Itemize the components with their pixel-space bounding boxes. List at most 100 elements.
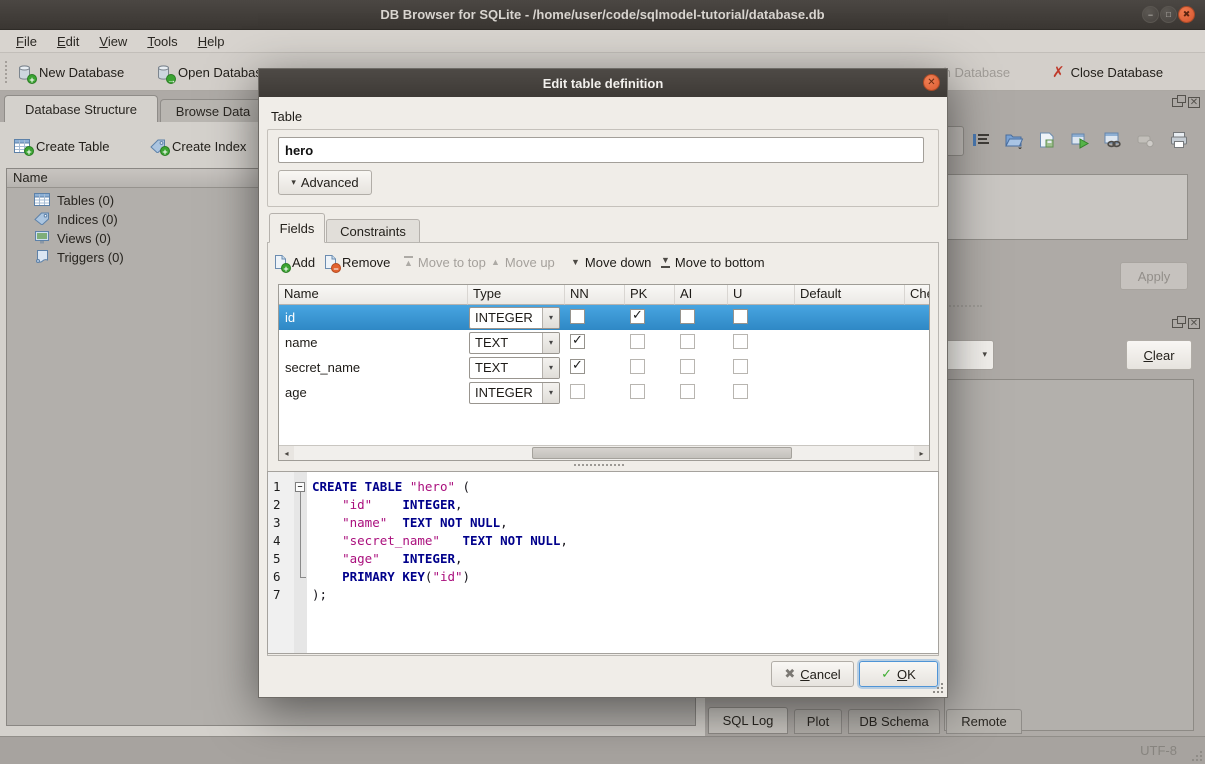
pk-checkbox[interactable] bbox=[630, 384, 645, 399]
tab-plot[interactable]: Plot bbox=[794, 709, 842, 734]
field-row[interactable]: nameTEXT▾ ✓ bbox=[279, 330, 929, 355]
remove-field-button[interactable]: − Remove bbox=[324, 251, 390, 273]
column-u-cell bbox=[728, 384, 795, 402]
field-row[interactable]: idINTEGER▾ ✓ bbox=[279, 305, 929, 330]
dialog-resize-grip[interactable] bbox=[933, 683, 943, 693]
field-type-value: TEXT bbox=[470, 335, 542, 350]
export-save-icon[interactable] bbox=[1035, 128, 1059, 152]
close-icon[interactable]: ✖ bbox=[1178, 6, 1195, 23]
column-header-u[interactable]: U bbox=[728, 285, 795, 305]
ai-checkbox[interactable] bbox=[680, 334, 695, 349]
log-filter-combobox[interactable]: ▾ bbox=[940, 340, 994, 370]
tab-constraints[interactable]: Constraints bbox=[326, 219, 420, 243]
menu-help[interactable]: Help bbox=[188, 32, 235, 51]
pk-checkbox[interactable] bbox=[630, 359, 645, 374]
execute-icon[interactable] bbox=[1068, 128, 1092, 152]
pk-checkbox[interactable]: ✓ bbox=[630, 309, 645, 324]
tab-sql-log[interactable]: SQL Log bbox=[708, 707, 788, 734]
field-type-combobox[interactable]: INTEGER▾ bbox=[469, 307, 560, 329]
minimize-icon[interactable]: − bbox=[1142, 6, 1159, 23]
fold-collapse-icon[interactable]: − bbox=[295, 482, 305, 492]
field-type-combobox[interactable]: TEXT▾ bbox=[469, 357, 560, 379]
ai-checkbox[interactable] bbox=[680, 309, 695, 324]
splitter-handle[interactable] bbox=[574, 464, 624, 466]
column-header-ai[interactable]: AI bbox=[675, 285, 728, 305]
tree-item-label: Triggers (0) bbox=[57, 250, 124, 265]
u-checkbox[interactable] bbox=[733, 384, 748, 399]
field-row[interactable]: ageINTEGER▾ bbox=[279, 380, 929, 405]
advanced-button[interactable]: ▾ Advanced bbox=[278, 170, 372, 195]
scrollbar-thumb[interactable] bbox=[532, 447, 792, 459]
nn-checkbox[interactable]: ✓ bbox=[570, 334, 585, 349]
add-field-button[interactable]: + Add bbox=[274, 251, 315, 273]
nn-checkbox[interactable]: ✓ bbox=[570, 359, 585, 374]
u-checkbox[interactable] bbox=[733, 359, 748, 374]
move-to-bottom-button[interactable]: ▼ Move to bottom bbox=[661, 251, 765, 273]
dialog-title: Edit table definition bbox=[543, 76, 664, 91]
ai-checkbox[interactable] bbox=[680, 384, 695, 399]
dock-float-icon[interactable] bbox=[1172, 319, 1183, 328]
horizontal-scrollbar[interactable]: ◂ ▸ bbox=[279, 445, 929, 460]
tab-browse-data[interactable]: Browse Data bbox=[160, 99, 266, 122]
move-down-button[interactable]: ▼ Move down bbox=[571, 251, 651, 273]
tree-item-views[interactable]: Views (0) bbox=[8, 229, 258, 248]
open-database-button[interactable]: → Open Database bbox=[155, 60, 269, 84]
dock-close-icon[interactable]: ✕ bbox=[1188, 97, 1200, 108]
dock-float-icon[interactable] bbox=[1172, 98, 1183, 107]
dock-close-icon[interactable]: ✕ bbox=[1188, 318, 1200, 329]
link-icon[interactable] bbox=[1101, 128, 1125, 152]
toolbar-drag-handle[interactable] bbox=[5, 61, 9, 83]
window-resize-grip[interactable] bbox=[1192, 751, 1202, 761]
field-name-cell[interactable]: name bbox=[279, 335, 468, 350]
tree-item-tables[interactable]: Tables (0) bbox=[8, 191, 258, 210]
print-icon[interactable] bbox=[1167, 128, 1191, 152]
tab-db-schema[interactable]: DB Schema bbox=[848, 709, 940, 734]
dock-separator-handle[interactable] bbox=[946, 305, 982, 307]
field-type-combobox[interactable]: INTEGER▾ bbox=[469, 382, 560, 404]
tree-item-triggers[interactable]: Triggers (0) bbox=[8, 248, 258, 267]
create-table-button[interactable]: + Create Table bbox=[14, 134, 109, 158]
import-open-icon[interactable] bbox=[1002, 128, 1026, 152]
column-header-nn[interactable]: NN bbox=[565, 285, 625, 305]
nn-checkbox[interactable] bbox=[570, 384, 585, 399]
field-name-cell[interactable]: secret_name bbox=[279, 360, 468, 375]
column-header-name[interactable]: Name bbox=[279, 285, 468, 305]
tab-fields[interactable]: Fields bbox=[269, 213, 325, 243]
ok-button[interactable]: ✓ OK bbox=[859, 661, 938, 687]
dialog-close-icon[interactable]: ✕ bbox=[923, 74, 940, 91]
ai-checkbox[interactable] bbox=[680, 359, 695, 374]
column-header-type[interactable]: Type bbox=[468, 285, 565, 305]
column-header-check[interactable]: Check bbox=[905, 285, 929, 305]
column-header-pk[interactable]: PK bbox=[625, 285, 675, 305]
line-number: 2 bbox=[268, 496, 294, 514]
menu-tools[interactable]: Tools bbox=[137, 32, 187, 51]
table-name-input[interactable] bbox=[278, 137, 924, 163]
tab-database-structure[interactable]: Database Structure bbox=[4, 95, 158, 122]
field-name-cell[interactable]: id bbox=[279, 310, 468, 325]
menu-view[interactable]: View bbox=[89, 32, 137, 51]
create-index-button[interactable]: + Create Index bbox=[150, 134, 246, 158]
pk-checkbox[interactable] bbox=[630, 334, 645, 349]
close-database-button[interactable]: ✗ Close Database bbox=[1052, 60, 1163, 84]
tree-item-indices[interactable]: Indices (0) bbox=[8, 210, 258, 229]
field-type-combobox[interactable]: TEXT▾ bbox=[469, 332, 560, 354]
column-header-default[interactable]: Default bbox=[795, 285, 905, 305]
fold-marker bbox=[294, 550, 307, 568]
scroll-left-icon[interactable]: ◂ bbox=[279, 446, 294, 460]
u-checkbox[interactable] bbox=[733, 309, 748, 324]
menu-edit[interactable]: Edit bbox=[47, 32, 89, 51]
line-number: 4 bbox=[268, 532, 294, 550]
tab-remote[interactable]: Remote bbox=[946, 709, 1022, 734]
scroll-right-icon[interactable]: ▸ bbox=[914, 446, 929, 460]
field-row[interactable]: secret_nameTEXT▾ ✓ bbox=[279, 355, 929, 380]
field-name-cell[interactable]: age bbox=[279, 385, 468, 400]
new-database-button[interactable]: + New Database bbox=[16, 60, 124, 84]
maximize-icon[interactable]: □ bbox=[1160, 6, 1177, 23]
menu-file[interactable]: File bbox=[6, 32, 47, 51]
edit-cell-dock-controls: ✕ bbox=[1172, 97, 1200, 108]
u-checkbox[interactable] bbox=[733, 334, 748, 349]
clear-log-button[interactable]: Clear bbox=[1126, 340, 1192, 370]
word-wrap-icon[interactable] bbox=[969, 128, 993, 152]
nn-checkbox[interactable] bbox=[570, 309, 585, 324]
cancel-button[interactable]: ✖ Cancel bbox=[771, 661, 854, 687]
